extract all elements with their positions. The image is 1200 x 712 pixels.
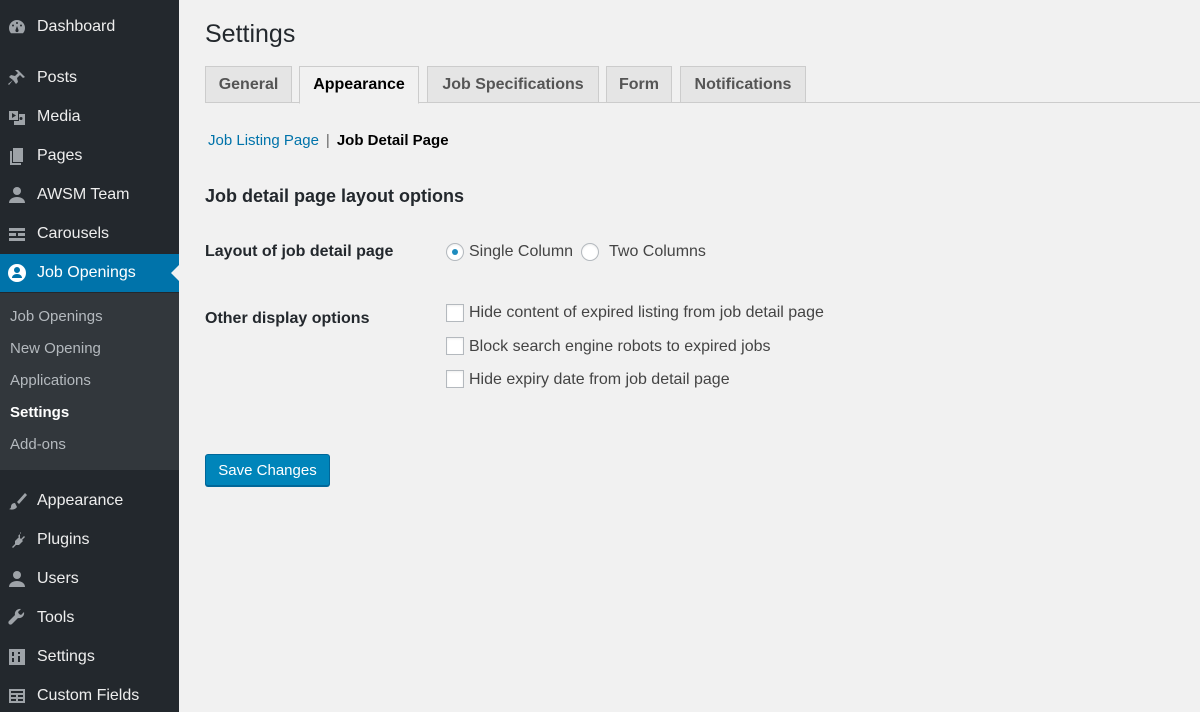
sidebar-item-label: AWSM Team bbox=[37, 186, 130, 203]
wrench-icon bbox=[7, 608, 27, 628]
tab-general[interactable]: General bbox=[205, 66, 292, 103]
sidebar-item-label: Custom Fields bbox=[37, 687, 140, 704]
admin-sidebar: Dashboard Posts Media Pages AWSM Team Ca… bbox=[0, 0, 179, 712]
sidebar-item-plugins[interactable]: Plugins bbox=[0, 521, 179, 559]
media-icon bbox=[7, 107, 27, 127]
sidebar-item-appearance[interactable]: Appearance bbox=[0, 482, 179, 520]
sidebar-item-job-openings[interactable]: Job Openings bbox=[0, 254, 179, 292]
sidebar-item-posts[interactable]: Posts bbox=[0, 59, 179, 97]
sidebar-item-settings[interactable]: Settings bbox=[0, 638, 179, 676]
sidebar-item-label: Job Openings bbox=[37, 264, 136, 281]
layout-option-label: Layout of job detail page bbox=[205, 243, 394, 260]
hide-expiry-date-label[interactable]: Hide expiry date from job detail page bbox=[469, 371, 730, 389]
sidebar-item-label: Carousels bbox=[37, 225, 110, 242]
sidebar-item-label: Media bbox=[37, 108, 81, 125]
two-columns-label[interactable]: Two Columns bbox=[609, 243, 706, 261]
carousel-icon bbox=[7, 224, 27, 244]
submenu-item-applications[interactable]: Applications bbox=[10, 372, 91, 389]
dashboard-icon bbox=[7, 17, 27, 37]
save-changes-button[interactable]: Save Changes bbox=[205, 454, 330, 486]
sidebar-item-pages[interactable]: Pages bbox=[0, 137, 179, 175]
submenu-item-settings[interactable]: Settings bbox=[10, 404, 69, 421]
sidebar-item-users[interactable]: Users bbox=[0, 560, 179, 598]
hide-expiry-date-checkbox[interactable] bbox=[446, 370, 464, 388]
sidebar-item-carousels[interactable]: Carousels bbox=[0, 215, 179, 253]
pin-icon bbox=[7, 68, 27, 88]
sidebar-item-label: Settings bbox=[37, 648, 95, 665]
sidebar-item-label: Posts bbox=[37, 69, 78, 86]
sliders-icon bbox=[7, 647, 27, 667]
grid-icon bbox=[7, 686, 27, 706]
sidebar-item-media[interactable]: Media bbox=[0, 98, 179, 136]
tab-notifications[interactable]: Notifications bbox=[680, 66, 806, 103]
user-icon bbox=[7, 185, 27, 205]
subnav-job-listing-link[interactable]: Job Listing Page bbox=[208, 132, 319, 149]
job-openings-icon bbox=[7, 263, 27, 283]
submenu-item-add-ons[interactable]: Add-ons bbox=[10, 436, 66, 453]
block-robots-checkbox[interactable] bbox=[446, 337, 464, 355]
plug-icon bbox=[7, 530, 27, 550]
submenu-item-job-openings[interactable]: Job Openings bbox=[10, 308, 103, 325]
subnav-separator: | bbox=[325, 132, 330, 149]
user-icon bbox=[7, 569, 27, 589]
section-title: Job detail page layout options bbox=[205, 186, 465, 206]
tab-appearance[interactable]: Appearance bbox=[299, 66, 419, 104]
subnav-job-detail-current: Job Detail Page bbox=[336, 132, 449, 149]
two-columns-radio[interactable] bbox=[581, 243, 599, 261]
pages-icon bbox=[7, 146, 27, 166]
sidebar-item-label: Pages bbox=[37, 147, 83, 164]
subnav: Job Listing Page | Job Detail Page bbox=[208, 132, 449, 149]
block-robots-label[interactable]: Block search engine robots to expired jo… bbox=[469, 338, 771, 356]
sidebar-item-dashboard[interactable]: Dashboard bbox=[0, 8, 179, 46]
sidebar-item-custom-fields[interactable]: Custom Fields bbox=[0, 677, 179, 712]
job-openings-submenu: Job Openings New Opening Applications Se… bbox=[0, 293, 179, 470]
sidebar-item-label: Appearance bbox=[37, 492, 124, 509]
hide-expired-content-label[interactable]: Hide content of expired listing from job… bbox=[469, 304, 824, 322]
display-options-label: Other display options bbox=[205, 310, 370, 327]
tab-job-specifications[interactable]: Job Specifications bbox=[427, 66, 599, 103]
sidebar-item-awsm-team[interactable]: AWSM Team bbox=[0, 176, 179, 214]
sidebar-item-label: Plugins bbox=[37, 531, 90, 548]
sidebar-item-label: Users bbox=[37, 570, 79, 587]
sidebar-item-label: Dashboard bbox=[37, 18, 116, 35]
submenu-item-new-opening[interactable]: New Opening bbox=[10, 340, 101, 357]
sidebar-item-tools[interactable]: Tools bbox=[0, 599, 179, 637]
page-title: Settings bbox=[205, 20, 296, 48]
single-column-radio[interactable] bbox=[446, 243, 464, 261]
tab-form[interactable]: Form bbox=[606, 66, 672, 103]
hide-expired-content-checkbox[interactable] bbox=[446, 304, 464, 322]
sidebar-item-label: Tools bbox=[37, 609, 75, 626]
brush-icon bbox=[7, 491, 27, 511]
single-column-label[interactable]: Single Column bbox=[469, 243, 573, 261]
